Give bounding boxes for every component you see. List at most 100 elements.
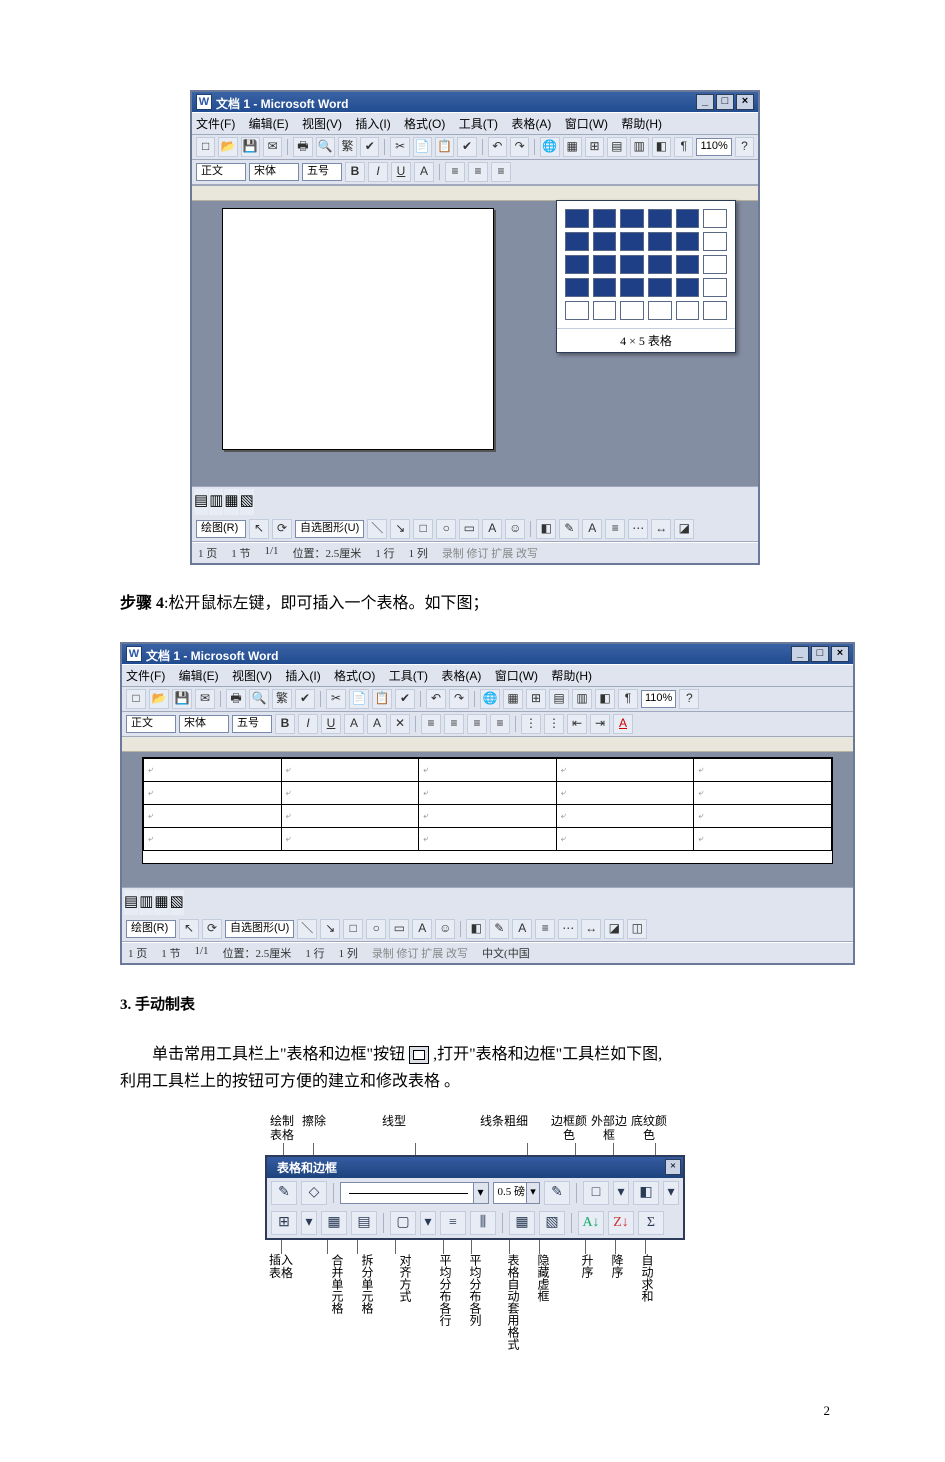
autoformat-icon[interactable]: ▦ [509, 1211, 535, 1235]
menu-insert[interactable]: 插入(I) [355, 117, 390, 131]
underline-icon[interactable]: U [391, 162, 411, 182]
oval-icon[interactable]: ○ [436, 519, 456, 539]
sort-asc-icon[interactable]: A↓ [578, 1211, 604, 1235]
rect-icon[interactable]: □ [413, 519, 433, 539]
fmtpaint-icon[interactable]: ✔ [395, 689, 415, 709]
close-button[interactable]: × [831, 646, 849, 662]
save-icon[interactable]: 💾 [172, 689, 192, 709]
zoom-box[interactable]: 110% [641, 690, 676, 708]
copy-icon[interactable]: 📄 [413, 137, 432, 157]
size-box[interactable]: 五号 [302, 163, 342, 181]
menu-help[interactable]: 帮助(H) [551, 669, 592, 683]
char-border-icon[interactable]: A [344, 714, 364, 734]
align-right-icon[interactable]: ≡ [467, 714, 487, 734]
map-icon[interactable]: ◧ [652, 137, 671, 157]
draw-menu[interactable]: 绘图(R) [196, 520, 246, 538]
clipart-icon[interactable]: ☺ [505, 519, 525, 539]
menu-tools[interactable]: 工具(T) [459, 117, 498, 131]
zoom-box[interactable]: 110% [696, 138, 731, 156]
arrows-icon[interactable]: ↔ [581, 919, 601, 939]
menu-help[interactable]: 帮助(H) [621, 117, 662, 131]
numbering-icon[interactable]: ⋮ [521, 714, 541, 734]
wordart-icon[interactable]: A [412, 919, 432, 939]
arrow-icon[interactable]: ↘ [390, 519, 410, 539]
preview-icon[interactable]: 🔍 [316, 137, 335, 157]
view-web-icon[interactable]: ▥ [139, 890, 153, 916]
shadow-icon[interactable]: ◪ [674, 519, 694, 539]
indent-dec-icon[interactable]: ⇤ [567, 714, 587, 734]
help-icon[interactable]: ? [735, 137, 754, 157]
menu-edit[interactable]: 编辑(E) [179, 669, 219, 683]
align-center-icon[interactable]: ≡ [444, 714, 464, 734]
close-button[interactable]: × [736, 94, 754, 110]
hide-grid-icon[interactable]: ▧ [539, 1211, 565, 1235]
threeD-icon[interactable]: ◫ [627, 919, 647, 939]
fmtpaint-icon[interactable]: ✔ [457, 137, 476, 157]
align-center-icon[interactable]: ≡ [468, 162, 488, 182]
font-box[interactable]: 宋体 [179, 715, 229, 733]
view-outline-icon[interactable]: ▧ [240, 489, 254, 515]
autoshapes-menu[interactable]: 自选图形(U) [295, 520, 364, 538]
copy-icon[interactable]: 📄 [349, 689, 369, 709]
view-normal-icon[interactable]: ▤ [194, 489, 208, 515]
open-icon[interactable]: 📂 [149, 689, 169, 709]
eraser-icon[interactable]: ◇ [301, 1181, 327, 1205]
italic-icon[interactable]: I [368, 162, 388, 182]
rect-icon[interactable]: □ [343, 919, 363, 939]
line-style-dropdown[interactable]: ▾ [340, 1182, 489, 1204]
linecolor-icon[interactable]: ✎ [489, 919, 509, 939]
bold-icon[interactable]: B [345, 162, 365, 182]
autosum-icon[interactable]: Σ [638, 1211, 664, 1235]
menu-insert[interactable]: 插入(I) [285, 669, 320, 683]
view-print-icon[interactable]: ▦ [154, 890, 168, 916]
fontcolor2-icon[interactable]: A [582, 519, 602, 539]
menu-file[interactable]: 文件(F) [126, 669, 165, 683]
menu-edit[interactable]: 编辑(E) [249, 117, 289, 131]
excel-icon[interactable]: ▤ [549, 689, 569, 709]
columns-icon[interactable]: ▥ [572, 689, 592, 709]
char-scale-icon[interactable]: ✕ [390, 714, 410, 734]
textbox-icon[interactable]: ▭ [389, 919, 409, 939]
page-canvas[interactable] [142, 757, 833, 864]
dist-cols-icon[interactable]: ⫼ [470, 1211, 496, 1235]
print-icon[interactable]: 🖶 [226, 689, 246, 709]
align-left-icon[interactable]: ≡ [421, 714, 441, 734]
size-box[interactable]: 五号 [232, 715, 272, 733]
text-color-icon[interactable]: A [613, 714, 633, 734]
draw-menu[interactable]: 绘图(R) [126, 920, 176, 938]
menu-view[interactable]: 视图(V) [232, 669, 272, 683]
shadow-icon[interactable]: ◪ [604, 919, 624, 939]
dash-icon[interactable]: ⋯ [628, 519, 648, 539]
rotate-icon[interactable]: ⟳ [202, 919, 222, 939]
fontcolor-icon[interactable]: A [414, 162, 434, 182]
view-outline-icon[interactable]: ▧ [170, 890, 184, 916]
minimize-button[interactable]: _ [696, 94, 714, 110]
redo-icon[interactable]: ↷ [510, 137, 529, 157]
menu-table[interactable]: 表格(A) [441, 669, 481, 683]
menu-window[interactable]: 窗口(W) [565, 117, 608, 131]
insert-table-icon[interactable]: ⊞ [271, 1211, 297, 1235]
insert-table-dd[interactable]: ▾ [301, 1211, 317, 1235]
view-web-icon[interactable]: ▥ [209, 489, 223, 515]
menu-file[interactable]: 文件(F) [196, 117, 235, 131]
minimize-button[interactable]: _ [791, 646, 809, 662]
linecolor-icon[interactable]: ✎ [559, 519, 579, 539]
page-canvas[interactable] [222, 208, 494, 450]
select-icon[interactable]: ↖ [179, 919, 199, 939]
merge-cells-icon[interactable]: ▦ [321, 1211, 347, 1235]
toolbar-close-button[interactable]: × [665, 1159, 681, 1175]
view-print-icon[interactable]: ▦ [224, 489, 238, 515]
menu-view[interactable]: 视图(V) [302, 117, 342, 131]
oval-icon[interactable]: ○ [366, 919, 386, 939]
shading-color-dd[interactable]: ▾ [663, 1181, 679, 1205]
preview-icon[interactable]: 🔍 [249, 689, 269, 709]
help-icon[interactable]: ? [679, 689, 699, 709]
char-shade-icon[interactable]: A [367, 714, 387, 734]
columns-icon[interactable]: ▥ [630, 137, 649, 157]
align-left-icon[interactable]: ≡ [445, 162, 465, 182]
pin-icon[interactable]: ¶ [674, 137, 693, 157]
textbox-icon[interactable]: ▭ [459, 519, 479, 539]
new-icon[interactable]: □ [196, 137, 215, 157]
rotate-icon[interactable]: ⟳ [272, 519, 292, 539]
line-icon[interactable]: ＼ [367, 519, 387, 539]
